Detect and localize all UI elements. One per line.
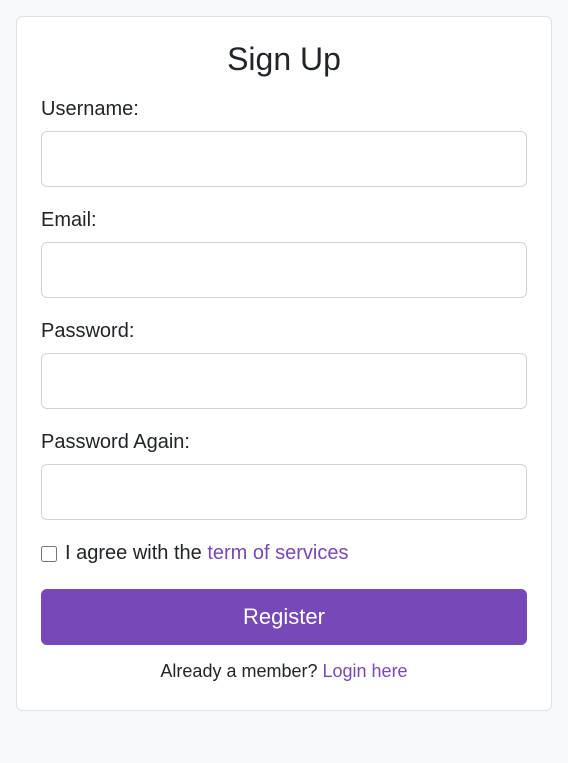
password-group: Password: xyxy=(41,320,527,409)
page-title: Sign Up xyxy=(41,41,527,78)
login-link[interactable]: Login here xyxy=(323,661,408,681)
footer-text: Already a member? Login here xyxy=(41,661,527,682)
password-label: Password: xyxy=(41,320,527,343)
password-again-input[interactable] xyxy=(41,464,527,520)
agree-row: I agree with the term of services xyxy=(41,542,527,565)
password-again-group: Password Again: xyxy=(41,431,527,520)
signup-card: Sign Up Username: Email: Password: Passw… xyxy=(16,16,552,711)
email-group: Email: xyxy=(41,209,527,298)
username-group: Username: xyxy=(41,98,527,187)
password-again-label: Password Again: xyxy=(41,431,527,454)
agree-checkbox[interactable] xyxy=(41,546,57,562)
terms-link[interactable]: term of services xyxy=(207,542,348,564)
email-input[interactable] xyxy=(41,242,527,298)
password-input[interactable] xyxy=(41,353,527,409)
agree-prefix: I agree with the xyxy=(65,542,207,564)
footer-prefix: Already a member? xyxy=(160,661,322,681)
agree-text: I agree with the term of services xyxy=(65,542,348,565)
username-input[interactable] xyxy=(41,131,527,187)
register-button[interactable]: Register xyxy=(41,589,527,645)
email-label: Email: xyxy=(41,209,527,232)
username-label: Username: xyxy=(41,98,527,121)
